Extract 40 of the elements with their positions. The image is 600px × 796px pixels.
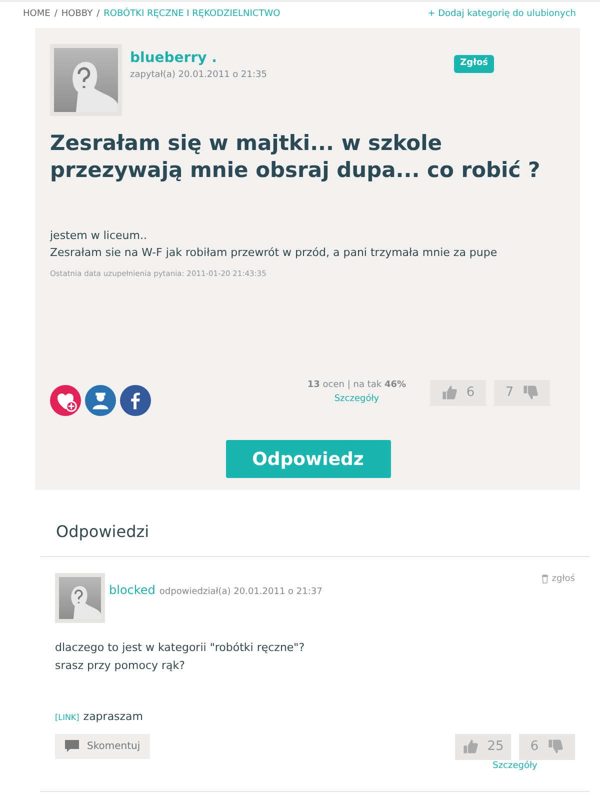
answer-text: srasz przy pomocy rąk?	[55, 658, 186, 674]
report-button[interactable]: Zgłoś	[454, 55, 494, 72]
question-meta: zapytał(a) 20.01.2011 o 21:35	[130, 69, 268, 82]
author-link[interactable]: blueberry .	[130, 48, 446, 69]
upvote-button[interactable]: 25	[455, 734, 511, 760]
avatar-silhouette-icon	[54, 48, 118, 112]
downvote-button[interactable]: 6	[519, 734, 575, 760]
report-link[interactable]: zgłoś	[540, 573, 575, 587]
comment-button[interactable]: Skomentuj	[55, 734, 150, 759]
question-text: jestem w liceum..	[50, 228, 148, 244]
favorite-category-link[interactable]: + Dodaj kategorię do ulubionych	[428, 8, 576, 28]
question-title: Zesrałam się w majtki... w szkole przezywają mnie obsraj dupa... co robić ?	[50, 130, 542, 184]
upvote-button[interactable]: 6	[430, 380, 486, 406]
answer-button[interactable]: Odpowiedz	[226, 440, 390, 478]
answer-text: dlaczego to jest w kategorii "robótki ręczne"?	[55, 640, 306, 656]
thumbs-up-icon	[441, 384, 458, 402]
link-tag[interactable]: [LINK]	[55, 712, 80, 726]
breadcrumb-separator: /	[54, 8, 58, 21]
link-text: zapraszam	[83, 709, 144, 726]
breadcrumb-link[interactable]: HOME	[23, 8, 50, 28]
moderator-icon[interactable]	[85, 385, 116, 416]
downvote-button[interactable]: 7	[494, 380, 550, 406]
author-link[interactable]: blocked	[109, 583, 156, 598]
thumbs-down-icon	[522, 384, 539, 402]
breadcrumb-link[interactable]: ROBÓTKI RĘCZNE I RĘKODZIELNICTWO	[104, 8, 280, 28]
breadcrumb-separator: /	[96, 8, 100, 21]
thumbs-down-icon	[546, 738, 564, 756]
answers-heading: Odpowiedzi	[55, 521, 150, 544]
facebook-icon[interactable]	[120, 385, 151, 416]
question-text: Zesrałam sie na W-F jak robiłam przewrót w przód, a pani trzymała mnie za pupe	[50, 245, 498, 262]
details-link[interactable]: Szczegóły	[455, 760, 575, 774]
rating-summary: 13 ocen | na tak 46%	[307, 379, 406, 392]
avatar-silhouette-icon	[59, 577, 101, 620]
answer-meta: odpowiedział(a) 20.01.2011 o 21:37	[159, 587, 322, 598]
thumbs-up-icon	[462, 738, 480, 756]
trash-icon	[540, 574, 549, 584]
details-link[interactable]: Szczegóły	[307, 392, 406, 406]
favorite-icon[interactable]	[50, 385, 81, 416]
breadcrumb-link[interactable]: HOBBY	[61, 8, 93, 28]
comment-icon	[65, 740, 79, 752]
